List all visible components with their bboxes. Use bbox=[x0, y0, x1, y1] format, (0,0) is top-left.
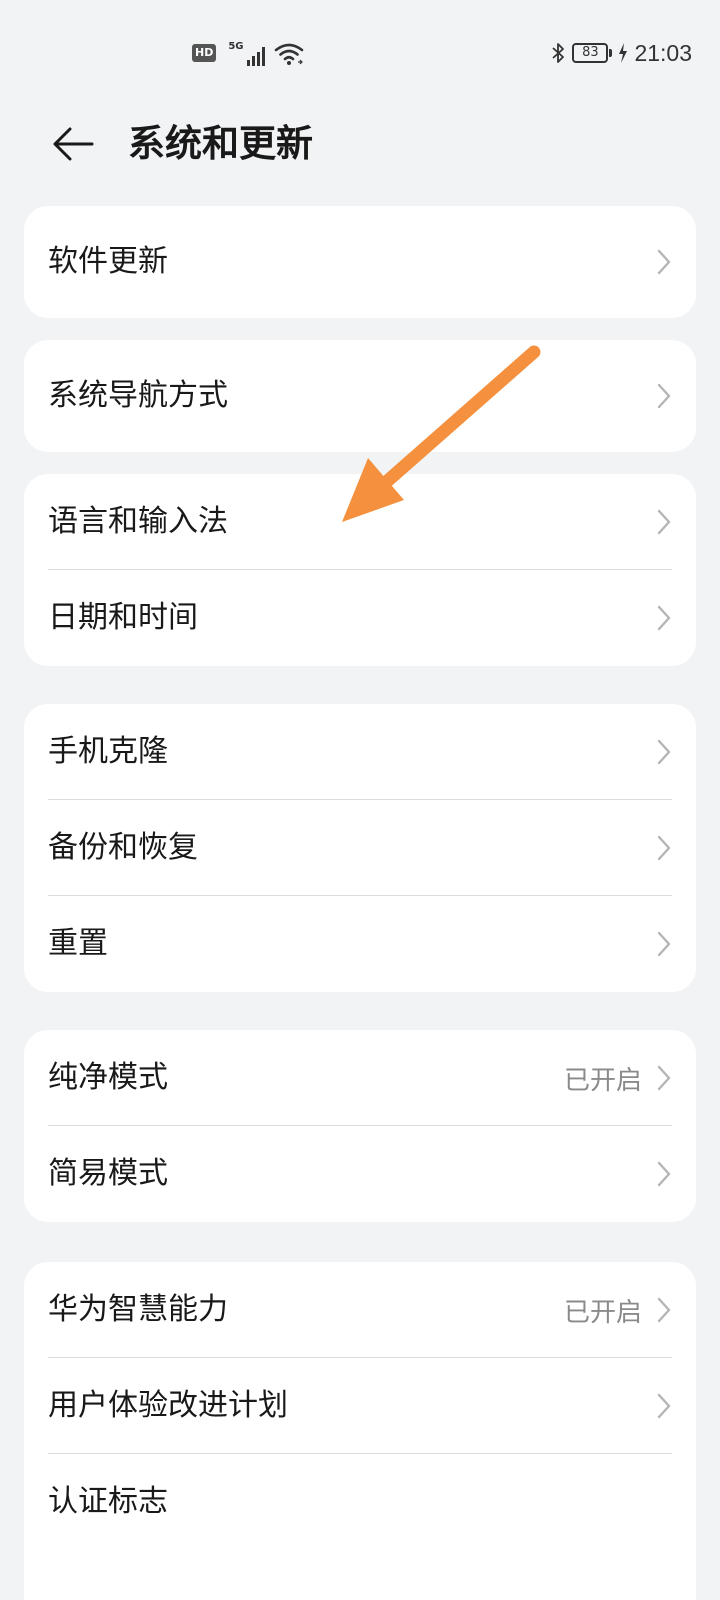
chevron-right-icon bbox=[656, 248, 672, 276]
hd-badge: HD bbox=[192, 44, 217, 62]
chevron-right-icon bbox=[656, 508, 672, 536]
status-value: 已开启 bbox=[563, 1065, 642, 1096]
row-label: 认证标志 bbox=[48, 1484, 168, 1519]
back-arrow-icon bbox=[53, 127, 94, 161]
settings-card-modes: 纯净模式 已开启 简易模式 bbox=[24, 1030, 696, 1222]
chevron-right-icon bbox=[656, 1160, 672, 1188]
row-label: 重置 bbox=[48, 926, 108, 961]
row-label: 用户体验改进计划 bbox=[48, 1388, 288, 1423]
row-certification[interactable]: 认证标志 bbox=[24, 1454, 696, 1550]
status-bar-signal-group: HD 5G bbox=[192, 38, 304, 66]
chevron-right-icon bbox=[656, 1296, 672, 1324]
network-type: 5G bbox=[228, 41, 244, 52]
row-label: 备份和恢复 bbox=[48, 830, 198, 865]
back-button[interactable] bbox=[44, 116, 100, 172]
row-software-update[interactable]: 软件更新 bbox=[24, 206, 696, 318]
charging-icon bbox=[619, 43, 628, 63]
chevron-right-icon bbox=[656, 604, 672, 632]
row-label: 语言和输入法 bbox=[48, 504, 228, 539]
row-system-navigation[interactable]: 系统导航方式 bbox=[24, 340, 696, 452]
chevron-right-icon bbox=[656, 738, 672, 766]
row-label: 软件更新 bbox=[48, 244, 168, 279]
chevron-right-icon bbox=[656, 834, 672, 862]
row-user-experience[interactable]: 用户体验改进计划 bbox=[24, 1358, 696, 1454]
page-title: 系统和更新 bbox=[128, 122, 313, 165]
status-bar-system-group: 83 21:03 bbox=[550, 38, 692, 68]
row-label: 日期和时间 bbox=[48, 600, 198, 635]
chevron-right-icon bbox=[656, 382, 672, 410]
status-value: 已开启 bbox=[563, 1297, 642, 1328]
settings-card-software-update: 软件更新 bbox=[24, 206, 696, 318]
settings-card-backup: 手机克隆 备份和恢复 重置 bbox=[24, 704, 696, 992]
row-date-time[interactable]: 日期和时间 bbox=[24, 570, 696, 666]
chevron-right-icon bbox=[656, 1392, 672, 1420]
row-label: 华为智慧能力 bbox=[48, 1292, 228, 1327]
clock: 21:03 bbox=[634, 39, 692, 66]
row-reset[interactable]: 重置 bbox=[24, 896, 696, 992]
row-label: 纯净模式 bbox=[48, 1060, 168, 1095]
row-backup-restore[interactable]: 备份和恢复 bbox=[24, 800, 696, 896]
app-header: 系统和更新 bbox=[0, 108, 720, 176]
row-label: 简易模式 bbox=[48, 1156, 168, 1191]
cellular-signal-icon bbox=[246, 47, 265, 66]
bluetooth-icon bbox=[552, 43, 565, 63]
settings-card-navigation: 系统导航方式 bbox=[24, 340, 696, 452]
row-pure-mode[interactable]: 纯净模式 已开启 bbox=[24, 1030, 696, 1126]
settings-card-language-time: 语言和输入法 日期和时间 bbox=[24, 474, 696, 666]
chevron-right-icon bbox=[656, 930, 672, 958]
row-label: 手机克隆 bbox=[48, 734, 168, 769]
row-language-input[interactable]: 语言和输入法 bbox=[24, 474, 696, 570]
row-simple-mode[interactable]: 简易模式 bbox=[24, 1126, 696, 1222]
row-phone-clone[interactable]: 手机克隆 bbox=[24, 704, 696, 800]
battery-indicator: 83 bbox=[572, 43, 613, 63]
row-label: 系统导航方式 bbox=[48, 378, 228, 413]
chevron-right-icon bbox=[656, 1064, 672, 1092]
settings-card-huawei: 华为智慧能力 已开启 用户体验改进计划 认证标志 bbox=[24, 1262, 696, 1600]
status-bar: HD 5G 83 21:03 bbox=[0, 0, 720, 108]
row-huawei-intelligence[interactable]: 华为智慧能力 已开启 bbox=[24, 1262, 696, 1358]
wifi-icon bbox=[274, 43, 303, 65]
